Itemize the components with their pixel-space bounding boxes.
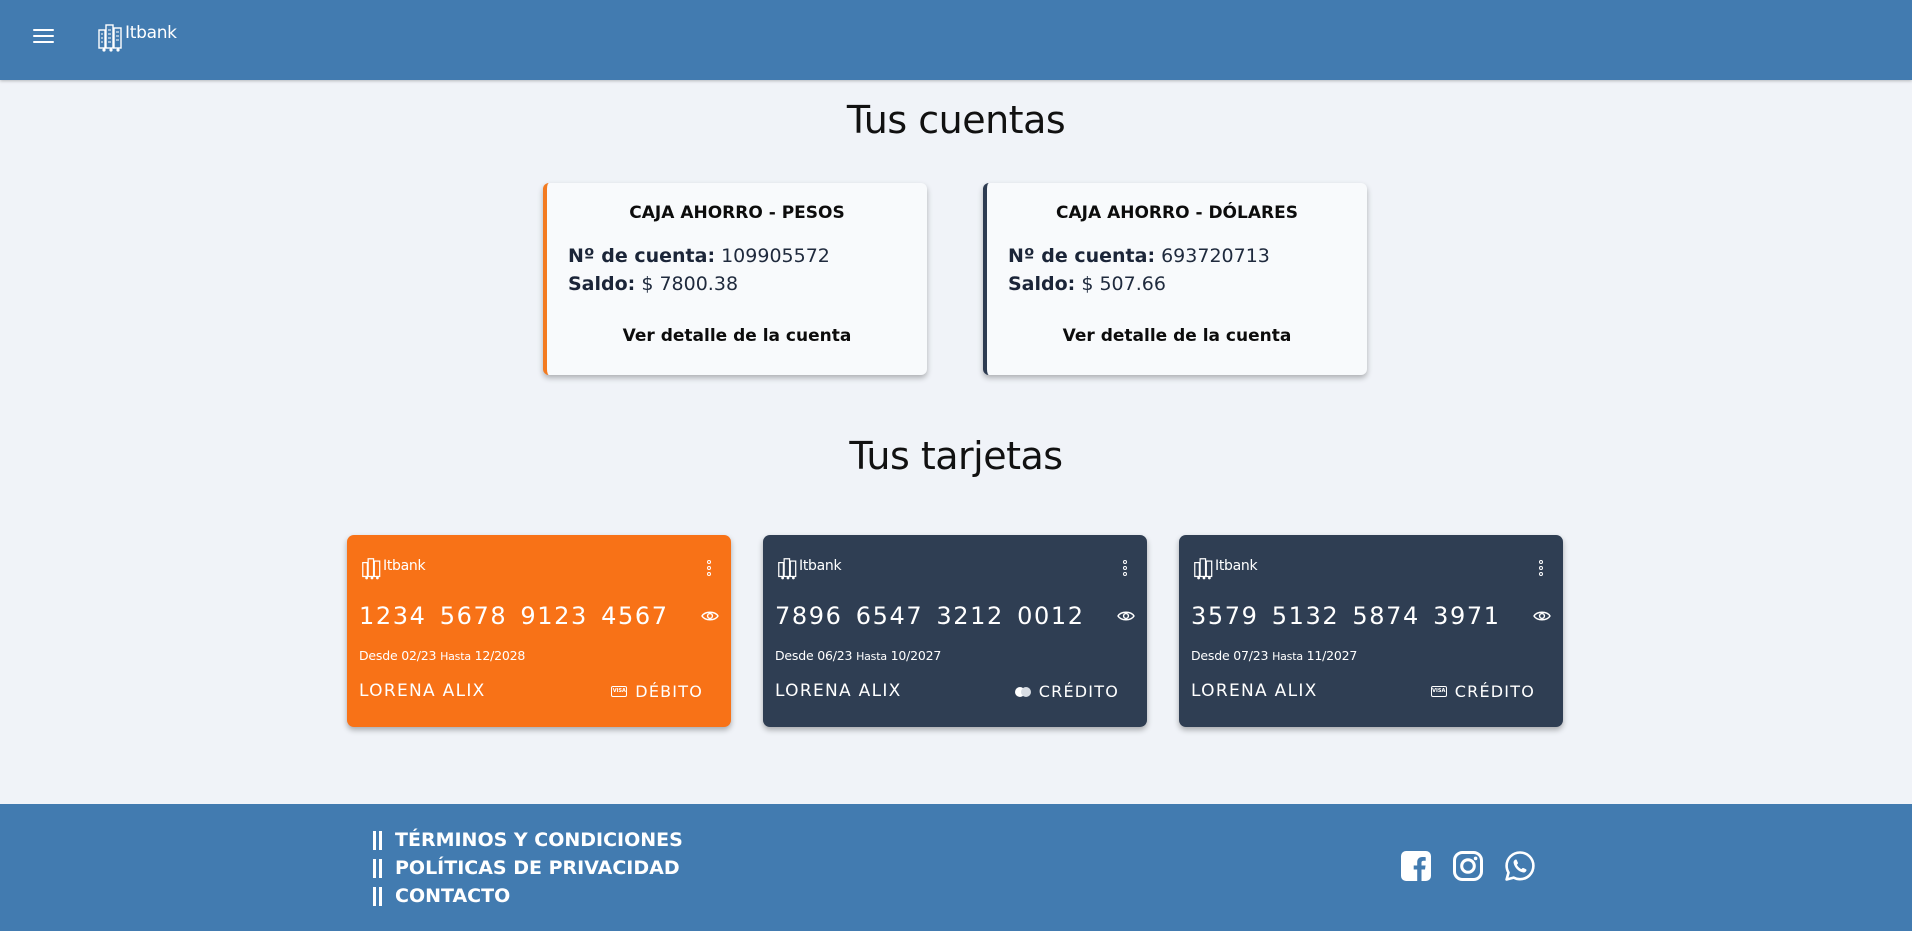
buildings-icon	[98, 24, 122, 52]
account-title: CAJA AHORRO - PESOS	[629, 203, 845, 223]
eye-icon[interactable]	[1533, 609, 1551, 623]
from-label: Desde	[775, 648, 814, 663]
account-balance-row: Saldo: $ 507.66	[1008, 273, 1166, 295]
visa-icon: VISA	[611, 686, 628, 697]
account-balance: $ 507.66	[1081, 273, 1166, 295]
card-holder: LORENA ALIX	[775, 681, 902, 701]
more-options-icon[interactable]	[706, 560, 712, 578]
social-links	[1400, 850, 1536, 882]
card-number: 1234 5678 9123 4567	[359, 602, 669, 630]
to-date: 10/2027	[890, 648, 942, 663]
card-number: 3579 5132 5874 3971	[1191, 602, 1501, 630]
hamburger-menu-icon[interactable]	[30, 24, 60, 50]
more-options-icon[interactable]	[1122, 560, 1128, 578]
footer-link-privacy[interactable]: POLÍTICAS DE PRIVACIDAD	[373, 854, 683, 882]
eye-icon[interactable]	[1117, 609, 1135, 623]
account-number: 693720713	[1161, 245, 1270, 267]
brand-name: Itbank	[125, 23, 177, 43]
brand-logo[interactable]: Itbank	[98, 22, 177, 52]
account-card-pesos: CAJA AHORRO - PESOS Nº de cuenta: 109905…	[543, 183, 927, 375]
double-bar-icon	[373, 858, 382, 878]
to-label: Hasta	[1272, 650, 1303, 663]
card-validity: Desde 02/23 Hasta 12/2028	[359, 648, 525, 663]
card-type-label: DÉBITO	[635, 682, 703, 701]
from-label: Desde	[359, 648, 398, 663]
card-type: CRÉDITO	[1014, 682, 1119, 701]
card-brand-name: Itbank	[1215, 558, 1258, 574]
bank-card-credit-visa[interactable]: Itbank 3579 5132 5874 3971 Desde 07/23 H…	[1179, 535, 1563, 727]
top-header: Itbank	[0, 0, 1912, 80]
card-holder: LORENA ALIX	[1191, 681, 1318, 701]
bank-card-debit[interactable]: Itbank 1234 5678 9123 4567 Desde 02/23 H…	[347, 535, 731, 727]
card-number: 7896 6547 3212 0012	[775, 602, 1085, 630]
to-date: 12/2028	[474, 648, 526, 663]
eye-icon[interactable]	[701, 609, 719, 623]
whatsapp-icon[interactable]	[1504, 850, 1536, 882]
from-date: 06/23	[817, 648, 853, 663]
footer-links: TÉRMINOS Y CONDICIONES POLÍTICAS DE PRIV…	[373, 826, 683, 910]
account-title: CAJA AHORRO - DÓLARES	[1056, 203, 1298, 223]
card-type: VISA DÉBITO	[611, 682, 703, 701]
card-holder: LORENA ALIX	[359, 681, 486, 701]
account-number-row: Nº de cuenta: 693720713	[1008, 245, 1270, 267]
account-number-label: Nº de cuenta:	[1008, 245, 1156, 267]
account-balance-label: Saldo:	[1008, 273, 1076, 295]
account-balance: $ 7800.38	[641, 273, 739, 295]
buildings-icon	[778, 558, 797, 580]
account-detail-link[interactable]: Ver detalle de la cuenta	[987, 326, 1367, 346]
card-brand-logo: Itbank	[1194, 556, 1258, 580]
more-options-icon[interactable]	[1538, 560, 1544, 578]
card-type-label: CRÉDITO	[1454, 682, 1535, 701]
footer-link-terms[interactable]: TÉRMINOS Y CONDICIONES	[373, 826, 683, 854]
mastercard-icon	[1014, 686, 1031, 697]
card-brand-name: Itbank	[799, 558, 842, 574]
from-date: 02/23	[401, 648, 437, 663]
footer-link-contact[interactable]: CONTACTO	[373, 882, 683, 910]
card-type-label: CRÉDITO	[1038, 682, 1119, 701]
page: Itbank Tus cuentas CAJA AHORRO - PESOS N…	[0, 0, 1912, 931]
account-detail-link[interactable]: Ver detalle de la cuenta	[547, 326, 927, 346]
buildings-icon	[362, 558, 381, 580]
card-validity: Desde 07/23 Hasta 11/2027	[1191, 648, 1357, 663]
instagram-icon[interactable]	[1452, 850, 1484, 882]
footer-link-label: POLÍTICAS DE PRIVACIDAD	[395, 857, 680, 879]
bank-card-credit-mastercard[interactable]: Itbank 7896 6547 3212 0012 Desde 06/23 H…	[763, 535, 1147, 727]
to-date: 11/2027	[1306, 648, 1358, 663]
footer: TÉRMINOS Y CONDICIONES POLÍTICAS DE PRIV…	[0, 804, 1912, 931]
card-brand-logo: Itbank	[778, 556, 842, 580]
account-balance-label: Saldo:	[568, 273, 636, 295]
visa-icon: VISA	[1430, 686, 1447, 697]
account-number-row: Nº de cuenta: 109905572	[568, 245, 830, 267]
double-bar-icon	[373, 886, 382, 906]
from-label: Desde	[1191, 648, 1230, 663]
card-brand-name: Itbank	[383, 558, 426, 574]
to-label: Hasta	[440, 650, 471, 663]
buildings-icon	[1194, 558, 1213, 580]
accounts-title: Tus cuentas	[846, 98, 1066, 142]
footer-link-label: CONTACTO	[395, 885, 511, 907]
account-card-dolares: CAJA AHORRO - DÓLARES Nº de cuenta: 6937…	[983, 183, 1367, 375]
card-validity: Desde 06/23 Hasta 10/2027	[775, 648, 941, 663]
facebook-icon[interactable]	[1400, 850, 1432, 882]
account-number-label: Nº de cuenta:	[568, 245, 716, 267]
footer-link-label: TÉRMINOS Y CONDICIONES	[395, 829, 683, 851]
to-label: Hasta	[856, 650, 887, 663]
account-number: 109905572	[721, 245, 830, 267]
card-brand-logo: Itbank	[362, 556, 426, 580]
cards-title: Tus tarjetas	[849, 434, 1063, 478]
double-bar-icon	[373, 830, 382, 850]
account-balance-row: Saldo: $ 7800.38	[568, 273, 738, 295]
card-type: VISA CRÉDITO	[1430, 682, 1535, 701]
from-date: 07/23	[1233, 648, 1269, 663]
